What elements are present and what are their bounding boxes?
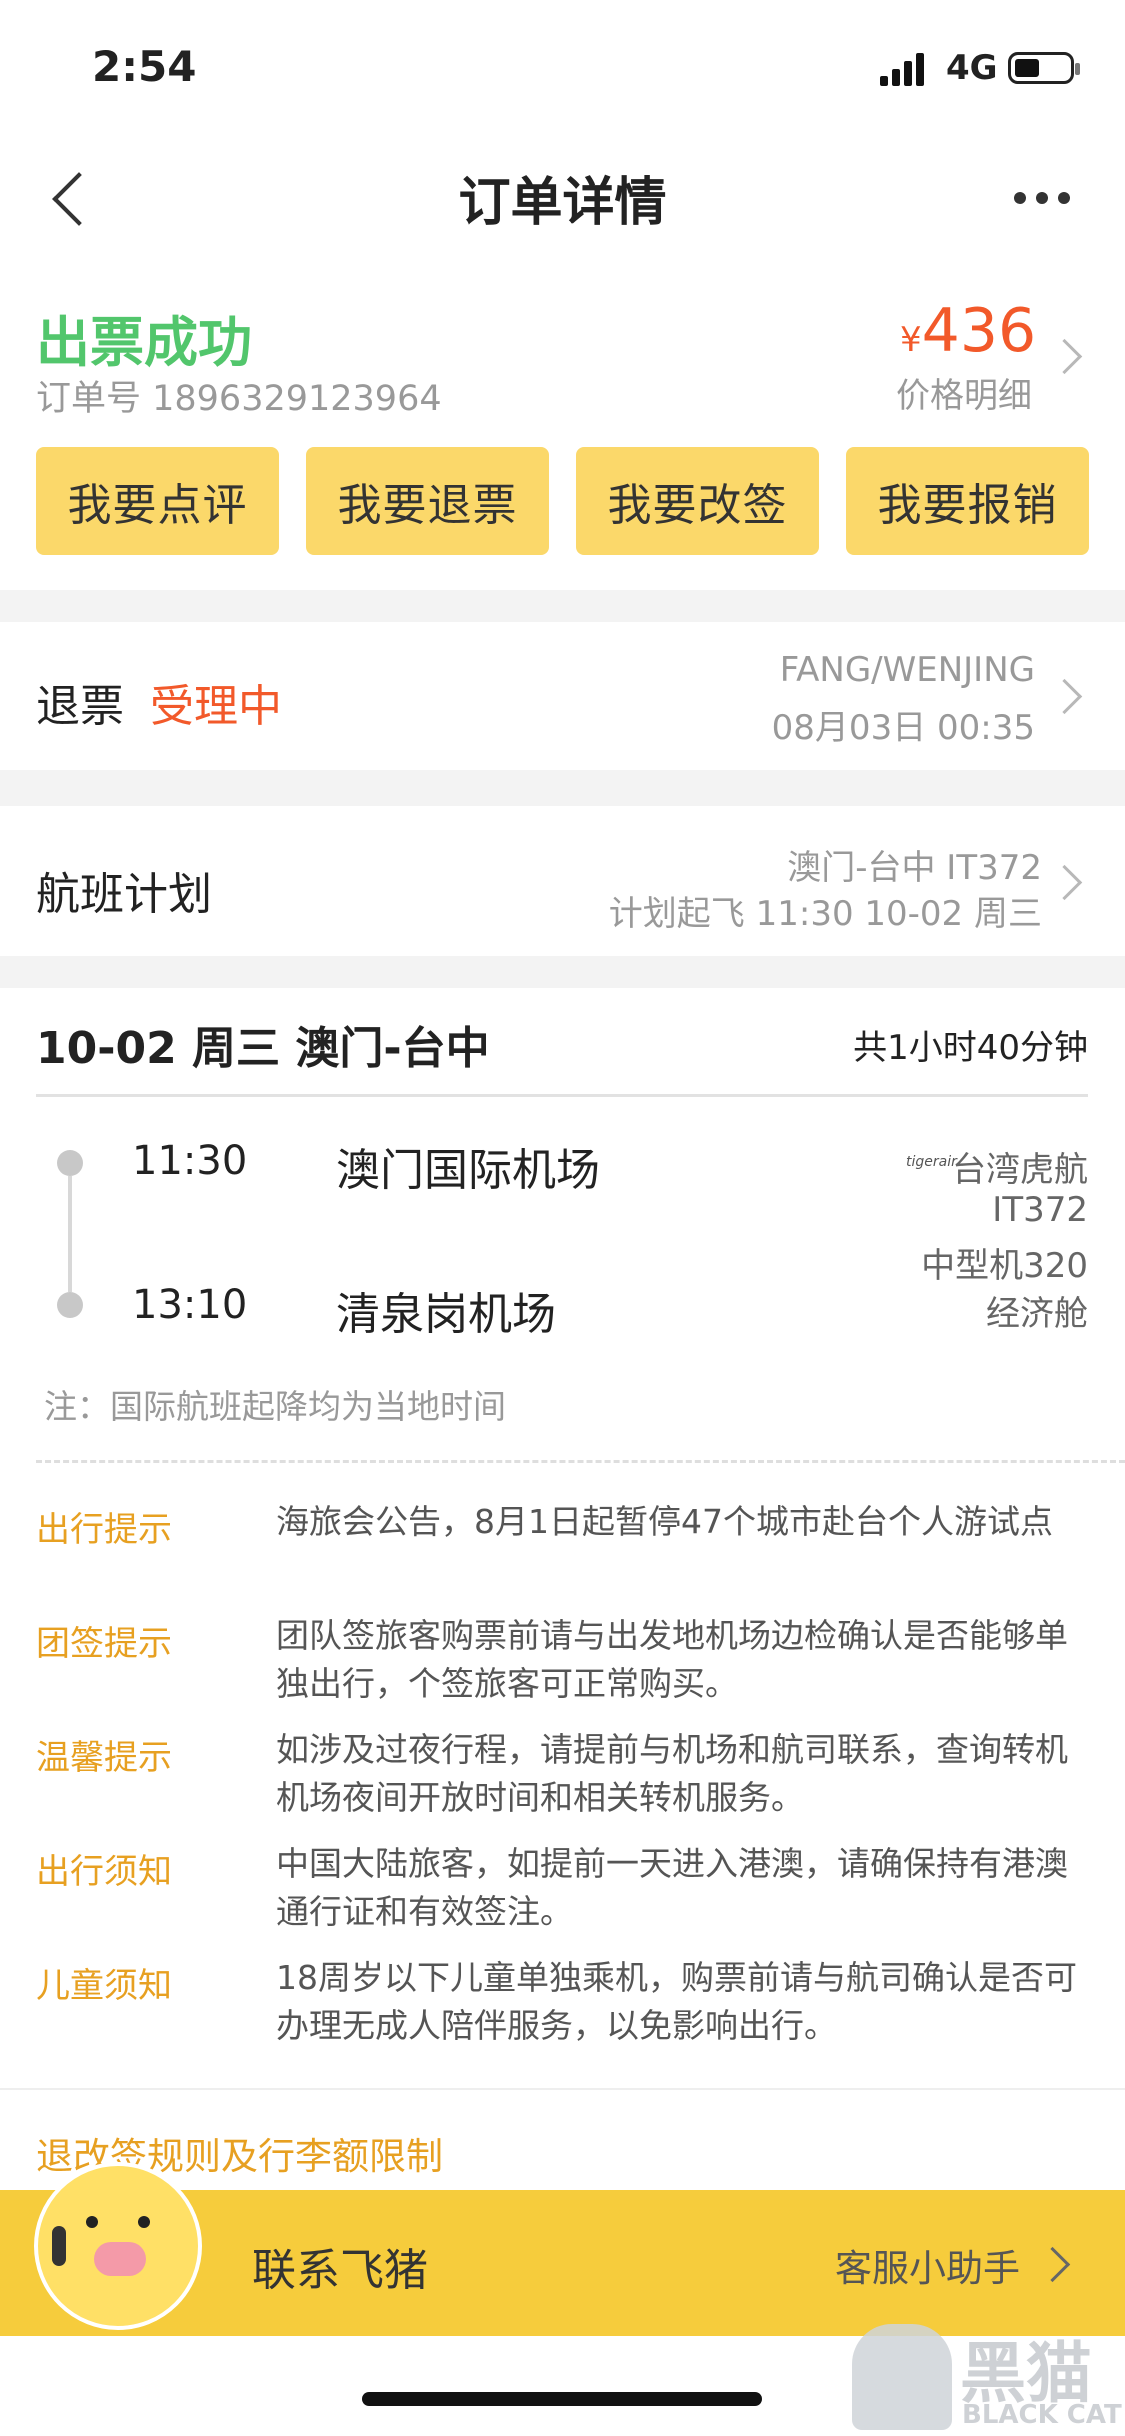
tip-label: 团签提示 bbox=[36, 1624, 172, 1664]
departure-airport: 澳门国际机场 bbox=[336, 1145, 600, 1196]
order-number: 订单号 1896329123964 bbox=[36, 379, 442, 419]
departure-time: 11:30 bbox=[132, 1138, 248, 1184]
price-detail-link[interactable]: 价格明细 bbox=[896, 368, 1032, 417]
refund-passenger: FANG/WENJING bbox=[779, 650, 1035, 690]
airline-name: 台湾虎航 bbox=[952, 1150, 1088, 1190]
flight-plan-departure: 计划起飞 11:30 10-02 周三 bbox=[608, 894, 1042, 934]
cabin-class: 经济舱 bbox=[986, 1294, 1088, 1334]
mascot-avatar[interactable] bbox=[34, 2162, 202, 2330]
flight-duration: 共1小时40分钟 bbox=[853, 1028, 1088, 1068]
status-bar: 2:54 4G bbox=[0, 0, 1125, 130]
divider bbox=[36, 1094, 1088, 1097]
tip-text: 中国大陆旅客，如提前一天进入港澳，请确保持有港澳通行证和有效签注。 bbox=[276, 1844, 1068, 1931]
timeline-line bbox=[68, 1176, 72, 1292]
refund-label: 退票 bbox=[36, 681, 124, 732]
arrival-time: 13:10 bbox=[132, 1282, 248, 1328]
arrival-dot-icon bbox=[57, 1292, 83, 1318]
status-time: 2:54 bbox=[92, 42, 197, 91]
flight-plan-label: 航班计划 bbox=[36, 869, 212, 920]
watermark-en: BLACK CAT bbox=[962, 2400, 1122, 2430]
network-label: 4G bbox=[946, 48, 998, 88]
price[interactable]: ¥436 bbox=[900, 296, 1036, 366]
page-title: 订单详情 bbox=[458, 173, 667, 233]
dashed-divider bbox=[36, 1460, 1125, 1463]
flight-plan-row[interactable]: 航班计划 澳门-台中 IT372 计划起飞 11:30 10-02 周三 bbox=[0, 806, 1125, 956]
reimburse-button[interactable]: 我要报销 bbox=[846, 447, 1089, 555]
arrival-airport: 清泉岗机场 bbox=[336, 1289, 556, 1340]
mascot-eye bbox=[86, 2216, 98, 2228]
battery-icon bbox=[1008, 52, 1080, 84]
tip-label: 出行提示 bbox=[36, 1510, 172, 1550]
price-value: 436 bbox=[921, 296, 1037, 366]
black-cat-logo-icon bbox=[852, 2324, 952, 2430]
review-button[interactable]: 我要点评 bbox=[36, 447, 279, 555]
nav-bar: 订单详情 bbox=[0, 130, 1125, 260]
refund-status: 受理中 bbox=[150, 681, 282, 732]
contact-title: 联系飞猪 bbox=[252, 2245, 428, 2296]
departure-dot-icon bbox=[57, 1150, 83, 1176]
chevron-right-icon bbox=[1034, 2246, 1071, 2283]
mascot-eye bbox=[138, 2216, 150, 2228]
currency-symbol: ¥ bbox=[900, 320, 922, 360]
refund-row[interactable]: 退票 受理中 FANG/WENJING 08月03日 00:35 bbox=[0, 622, 1125, 770]
tip-text: 如涉及过夜行程，请提前与机场和航司联系，查询转机机场夜间开放时间和相关转机服务。 bbox=[276, 1730, 1068, 1817]
tip-text: 团队签旅客购票前请与出发地机场边检确认是否能够单独出行，个签旅客可正常购买。 bbox=[276, 1616, 1068, 1703]
flight-title: 10-02 周三 澳门-台中 bbox=[36, 1023, 490, 1074]
mascot-nose bbox=[94, 2242, 146, 2276]
headset-icon bbox=[52, 2226, 66, 2266]
flight-number: IT372 bbox=[992, 1190, 1088, 1230]
refund-button[interactable]: 我要退票 bbox=[306, 447, 549, 555]
tip-label: 温馨提示 bbox=[36, 1738, 172, 1778]
tip-label: 儿童须知 bbox=[36, 1966, 172, 2006]
chevron-right-icon bbox=[1046, 864, 1083, 901]
flight-plan-route: 澳门-台中 IT372 bbox=[787, 848, 1042, 888]
tip-text: 海旅会公告，8月1日起暂停47个城市赴台个人游试点 bbox=[276, 1502, 1053, 1541]
refund-time: 08月03日 00:35 bbox=[771, 708, 1035, 748]
aircraft-type: 中型机320 bbox=[921, 1246, 1088, 1286]
change-button[interactable]: 我要改签 bbox=[576, 447, 819, 555]
tip-label: 出行须知 bbox=[36, 1852, 172, 1892]
assistant-label: 客服小助手 bbox=[835, 2247, 1020, 2290]
time-note: 注：国际航班起降均为当地时间 bbox=[44, 1387, 506, 1426]
chevron-right-icon bbox=[1046, 678, 1083, 715]
signal-icon bbox=[880, 52, 926, 86]
order-status: 出票成功 bbox=[36, 311, 252, 374]
tip-text: 18周岁以下儿童单独乘机，购票前请与航司确认是否可办理无成人陪伴服务，以免影响出… bbox=[276, 1958, 1077, 2045]
home-indicator bbox=[362, 2392, 762, 2406]
